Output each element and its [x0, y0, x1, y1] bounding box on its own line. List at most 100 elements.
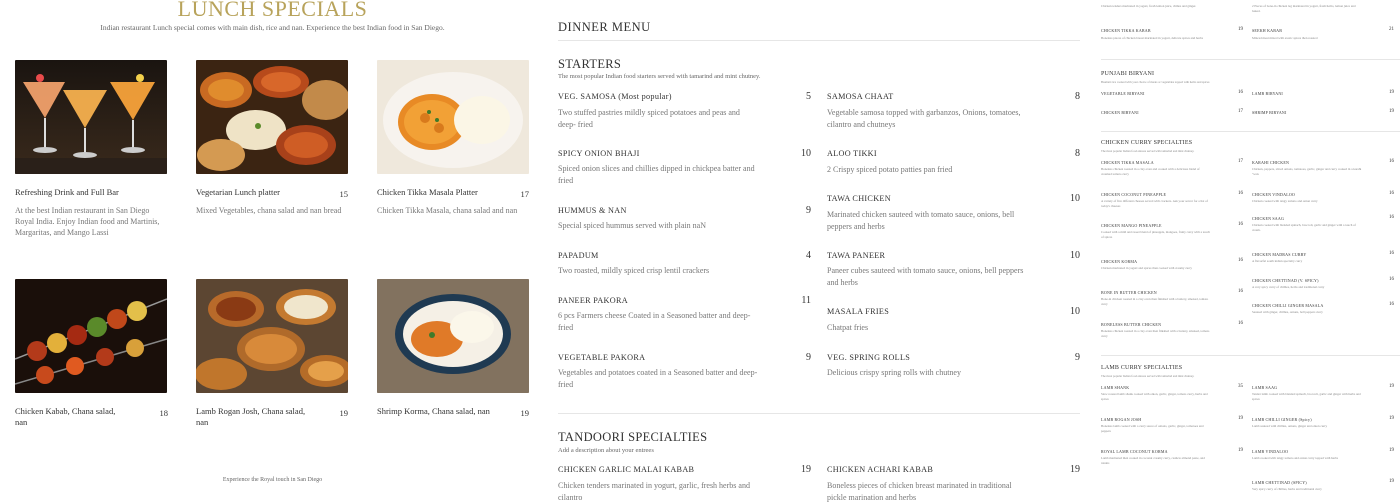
lunch-item-price: 19 [339, 408, 349, 418]
side-item-price: 19 [1238, 416, 1243, 421]
side-item-desc: Tender lamb cooked with blended spinach,… [1252, 392, 1361, 401]
side-item-name: LAMB SAAG [1252, 385, 1278, 390]
lunch-item-name: Shrimp Korma, Chana salad, nan [377, 406, 490, 416]
side-item-price: 16 [1238, 90, 1243, 95]
side-item-desc: Chicken, peppers, sliced onions, tomatoe… [1252, 167, 1362, 176]
menu-item-desc: Paneer cubes sauteed with tomato sauce, … [827, 266, 1024, 287]
section-subtitle-starters: The most popular Indian food starters se… [558, 73, 761, 80]
shrimp-korma-photo [377, 279, 529, 393]
side-item-name: CHICKEN VINDALOO [1252, 192, 1296, 197]
side-item-name: LAMB CHILLI GINGER (Spicy) [1252, 417, 1312, 422]
side-item-name: LAMB VINDALOO [1252, 449, 1289, 454]
side-item-name: CHICKEN MADRAS CURRY [1252, 252, 1307, 257]
menu-item-desc: 6 pcs Farmers cheese Coated in a Seasone… [558, 311, 751, 332]
section-title-chicken-curry: CHICKEN CURRY SPECIALTIES [1101, 140, 1193, 146]
menu-item-name: VEG. SPRING ROLLS [827, 353, 911, 362]
side-item-name: BONELESS BUTTER CHICKEN [1101, 322, 1162, 327]
side-item-desc: Chicken cooked with tangy tomato and oni… [1252, 199, 1318, 203]
menu-item-name: TAWA CHICKEN [827, 194, 891, 203]
side-item-desc: Boneless chicken roasted in a clay oven … [1101, 329, 1210, 338]
lunch-item-name: Chicken Kabab, Chana salad, nan [15, 406, 116, 427]
side-item-desc: Boneless chicken roasted in a clay oven … [1101, 167, 1200, 176]
side-item-name: CHICKEN CHETTINAD (V. SPICY) [1252, 278, 1319, 283]
lunch-item-price: 15 [339, 189, 349, 199]
side-item-name: LAMB SHANK [1101, 385, 1130, 390]
side-item-desc: A very spicy curry of chillies, herbs an… [1252, 285, 1325, 289]
menu-item-price: 5 [806, 91, 811, 102]
side-item-price: 21 [1389, 27, 1394, 32]
menu-item-price: 10 [1070, 250, 1080, 261]
side-item-name: ROYAL LAMB COCONUT KORMA [1101, 449, 1168, 454]
menu-item-desc: Chicken tenders marinated in yogurt, gar… [558, 481, 750, 502]
dinner-title: DINNER MENU [558, 20, 651, 34]
side-item-price: 35 [1238, 384, 1243, 389]
menu-item-name: VEG. SAMOSA (Most popular) [558, 92, 672, 101]
menu-item-price: 8 [1075, 148, 1080, 159]
menu-item-desc: Delicious crispy spring rolls with chutn… [827, 368, 961, 377]
menu-item-desc: Two roasted, mildly spiced crisp lentil … [558, 266, 710, 275]
lunch-footer: Experience the Royal touch in San Diego [222, 477, 323, 483]
lunch-item-desc: At the best Indian restaurant in San Die… [15, 206, 160, 237]
menu-item-price: 10 [801, 148, 811, 159]
menu-item-desc: Vegetable samosa topped with garbanzos, … [827, 108, 1021, 129]
lunch-item-name: Chicken Tikka Masala Platter [377, 187, 478, 197]
menu-item-price: 4 [806, 250, 811, 261]
side-item-name: BONE IN BUTTER CHICKEN [1101, 290, 1157, 295]
section-title-tandoori: TANDOORI SPECIALTIES [558, 430, 708, 444]
side-item-name: CHICKEN COCONUT PINEAPPLE [1101, 192, 1167, 197]
side-item-price: 19 [1238, 448, 1243, 453]
side-item-desc: Boneless pieces of chicken breast marina… [1101, 36, 1203, 40]
side-item-price: 16 [1238, 222, 1243, 227]
menu-item-desc: Boneless pieces of chicken breast marina… [827, 481, 1012, 502]
side-item-desc: Chicken cooked with blended spinach, bro… [1252, 223, 1356, 232]
side-item-price: 19 [1389, 90, 1394, 95]
section-subtitle-tandoori: Add a description about your entrees [558, 447, 654, 454]
side-item-price: 16 [1389, 215, 1394, 220]
side-item-desc: Lamb sauteed with chillies, onions, ging… [1252, 424, 1328, 428]
veg-platter-photo [196, 60, 348, 174]
menu-item-name: SAMOSA CHAAT [827, 92, 894, 101]
side-item-desc: Boneless lamb cooked with a curry sauce … [1101, 424, 1204, 433]
side-item-name: CHICKEN MANGO PINEAPPLE [1101, 223, 1162, 228]
side-item-price: 17 [1238, 159, 1243, 164]
menu-item-desc: Two stuffed pastries mildly spiced potat… [558, 108, 740, 129]
side-item-price: 19 [1238, 27, 1243, 32]
lunch-subtitle: Indian restaurant Lunch special comes wi… [100, 23, 445, 32]
divider [558, 413, 1080, 414]
menu-item-price: 8 [1075, 91, 1080, 102]
divider [558, 40, 1080, 41]
side-item-desc: Sauteed with ginger, chillies, onions, b… [1252, 310, 1323, 314]
tikka-masala-photo [377, 60, 529, 174]
side-item-name: LAMB BIRYANI [1252, 91, 1283, 96]
side-item-desc: Minced meat mixed with exotic spices the… [1252, 36, 1318, 40]
side-item-desc: Cooked with a mild and sweet blend of pi… [1101, 230, 1210, 239]
lunch-item-price: 18 [159, 408, 169, 418]
section-subtitle-biryani: Basmati rice cooked with your choice of … [1101, 80, 1210, 84]
cocktails-photo [15, 60, 167, 174]
side-item-price: 16 [1389, 277, 1394, 282]
lunch-item-name: Refreshing Drink and Full Bar [15, 187, 119, 197]
side-item-name: SHRIMP BIRYANI [1252, 110, 1287, 115]
side-item-desc: A variety of five different cheeses serv… [1101, 199, 1208, 208]
menu-item-price: 19 [1070, 464, 1080, 475]
side-item-price: 16 [1389, 251, 1394, 256]
divider [1101, 355, 1400, 356]
menu-item-name: CHICKEN GARLIC MALAI KABAB [558, 465, 695, 474]
side-item-price: 16 [1389, 302, 1394, 307]
menu-item-desc: Vegetables and potatoes coated in a Seas… [558, 368, 758, 389]
menu-item-desc: 2 Crispy spiced potato patties pan fried [827, 165, 953, 174]
side-item-price: 16 [1238, 289, 1243, 294]
side-item-name: CHICKEN TIKKA KABAB [1101, 28, 1151, 33]
side-item-desc: Lamb marinated then cooked in coconut cr… [1101, 456, 1205, 465]
section-title-starters: STARTERS [558, 57, 622, 71]
side-item-price: 19 [1389, 384, 1394, 389]
menu-item-name: PANEER PAKORA [558, 296, 628, 305]
side-item-price: 19 [1389, 479, 1394, 484]
menu-item-desc: Chatpat fries [827, 323, 869, 332]
side-item-name: KARAHI CHICKEN [1252, 160, 1290, 165]
side-item-name: VEGETABLE BIRYANI [1101, 91, 1145, 96]
menu-item-name: ALOO TIKKI [827, 149, 877, 158]
side-item-price: 19 [1389, 448, 1394, 453]
lunch-title: LUNCH SPECIALS [177, 0, 368, 21]
section-subtitle-lamb-curry: The most popular Indian food entrees ser… [1101, 374, 1195, 378]
